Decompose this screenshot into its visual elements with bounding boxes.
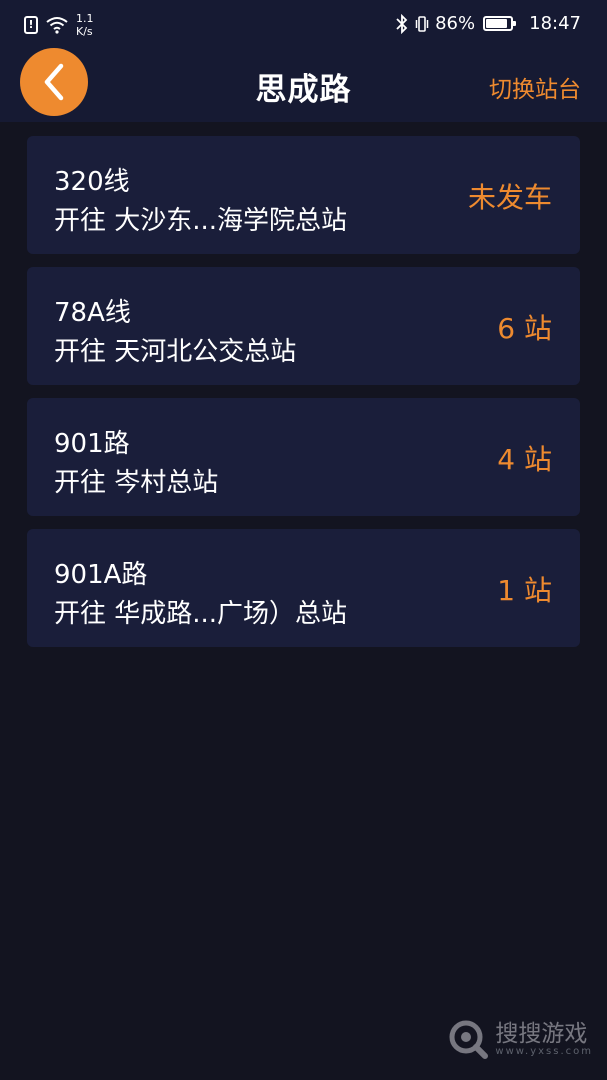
route-status: 未发车	[467, 181, 552, 214]
battery-percent: 86%	[435, 13, 476, 34]
network-speed-unit: K/s	[76, 25, 93, 38]
magnifier-logo-icon	[449, 1020, 489, 1059]
clock: 18:47	[529, 13, 581, 34]
alert-icon: !	[24, 16, 38, 34]
wifi-icon	[46, 17, 68, 34]
route-card[interactable]: 320线 开往 大沙东...海学院总站 未发车	[27, 136, 580, 254]
battery-icon	[483, 16, 517, 31]
route-status: 4 站	[497, 443, 552, 476]
route-name: 320线	[54, 167, 130, 197]
route-name: 78A线	[54, 298, 131, 328]
status-bar: ! 1.1 K/s 86% 18:47	[0, 0, 607, 48]
network-speed: 1.1 K/s	[76, 12, 104, 38]
route-destination: 开往 岑村总站	[54, 468, 219, 498]
watermark: 搜搜游戏 www.yxss.com	[447, 1018, 593, 1060]
route-card[interactable]: 78A线 开往 天河北公交总站 6 站	[27, 267, 580, 385]
vibrate-icon	[415, 15, 429, 32]
status-right: 86% 18:47	[395, 13, 581, 34]
watermark-text-block: 搜搜游戏 www.yxss.com	[495, 1022, 593, 1057]
switch-station-button[interactable]: 切换站台	[489, 70, 581, 104]
network-speed-value: 1.1	[76, 12, 94, 25]
route-destination: 开往 华成路...广场）总站	[54, 599, 348, 629]
route-card[interactable]: 901A路 开往 华成路...广场）总站 1 站	[27, 529, 580, 647]
route-status: 1 站	[497, 574, 552, 607]
route-destination: 开往 天河北公交总站	[54, 337, 297, 367]
status-left: ! 1.1 K/s	[24, 12, 104, 38]
watermark-text: 搜搜游戏	[495, 1020, 588, 1047]
watermark-url: www.yxss.com	[495, 1045, 593, 1057]
route-card[interactable]: 901路 开往 岑村总站 4 站	[27, 398, 580, 516]
route-name: 901路	[54, 429, 130, 459]
route-destination: 开往 大沙东...海学院总站	[54, 206, 348, 236]
bluetooth-icon	[396, 13, 408, 34]
route-status: 6 站	[497, 312, 552, 345]
screen: ! 1.1 K/s 86% 18:47 思成路 切换站台 320线 开往 大沙东…	[0, 0, 607, 1080]
route-name: 901A路	[54, 560, 148, 590]
route-list: 320线 开往 大沙东...海学院总站 未发车 78A线 开往 天河北公交总站 …	[27, 136, 580, 660]
